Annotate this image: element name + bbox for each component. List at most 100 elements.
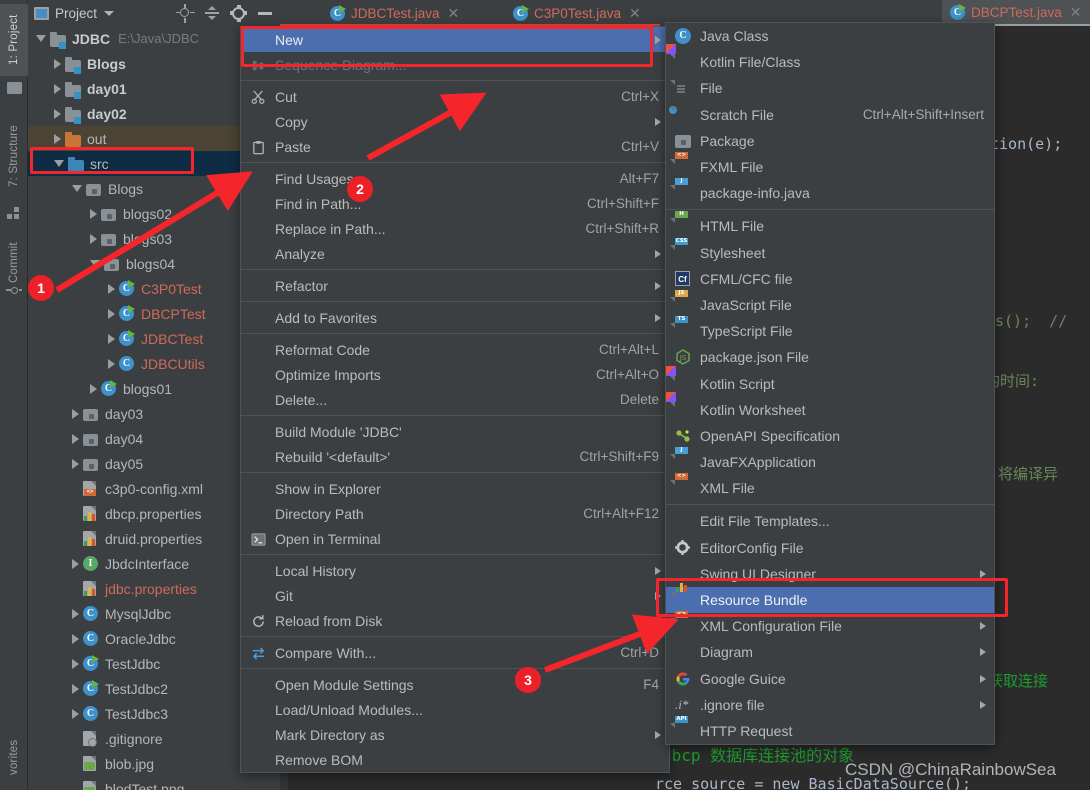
- expand-arrow-icon[interactable]: [90, 233, 97, 244]
- submenu-item-html-file[interactable]: H HTML File: [666, 211, 994, 239]
- menu-item-replace-in-path[interactable]: Replace in Path... Ctrl+Shift+R: [241, 216, 669, 241]
- tree-row-label: Blogs: [108, 180, 144, 197]
- submenu-item-diagram[interactable]: Diagram: [666, 639, 994, 665]
- sidebar-tab-favorites[interactable]: vorites: [0, 728, 28, 786]
- menu-item-directory-path[interactable]: Directory Path Ctrl+Alt+F12: [241, 501, 669, 526]
- editor-tab-jdbctest[interactable]: C JDBCTest.java ✕: [322, 0, 492, 26]
- submenu-item-file[interactable]: File: [666, 75, 994, 101]
- tree-row[interactable]: blodTest.png: [28, 776, 280, 790]
- expand-arrow-icon[interactable]: [54, 83, 61, 94]
- menu-item-show-in-explorer[interactable]: Show in Explorer: [241, 476, 669, 501]
- submenu-item-javafxapplication[interactable]: J JavaFXApplication: [666, 447, 994, 475]
- menu-item-shortcut: Ctrl+V: [621, 139, 659, 154]
- menu-item-git[interactable]: Git: [241, 583, 669, 608]
- expand-arrow-icon[interactable]: [72, 633, 79, 644]
- expand-arrow-icon[interactable]: [72, 558, 79, 569]
- expand-arrow-icon[interactable]: [108, 283, 115, 294]
- menu-item-find-usages[interactable]: Find Usages Alt+F7: [241, 166, 669, 191]
- new-submenu[interactable]: C Java Class Kotlin File/Class File Scratch …: [665, 22, 995, 746]
- menu-item-new[interactable]: New: [241, 27, 669, 52]
- expand-arrow-icon[interactable]: [90, 260, 100, 267]
- menu-item-build-module-jdbc[interactable]: Build Module 'JDBC': [241, 419, 669, 444]
- submenu-item-package[interactable]: Package: [666, 128, 994, 154]
- submenu-item-ignore-file[interactable]: .i* .ignore file: [666, 692, 994, 718]
- expand-arrow-icon[interactable]: [72, 683, 79, 694]
- expand-arrow-icon[interactable]: [72, 433, 79, 444]
- expand-arrow-icon[interactable]: [72, 408, 79, 419]
- expand-arrow-icon[interactable]: [72, 608, 79, 619]
- submenu-item-xml-file[interactable]: <> XML File: [666, 473, 994, 501]
- submenu-item-kotlin-file-class[interactable]: Kotlin File/Class: [666, 44, 994, 75]
- context-menu[interactable]: New Sequence Diagram... Cut Ctrl+X Copy Paste…: [240, 26, 670, 773]
- expand-arrow-icon[interactable]: [72, 658, 79, 669]
- menu-item-open-in-terminal[interactable]: Open in Terminal: [241, 526, 669, 551]
- expand-arrow-icon[interactable]: [36, 35, 46, 42]
- expand-arrow-icon[interactable]: [90, 383, 97, 394]
- menu-item-rebuild-default[interactable]: Rebuild '<default>' Ctrl+Shift+F9: [241, 444, 669, 469]
- menu-item-optimize-imports[interactable]: Optimize Imports Ctrl+Alt+O: [241, 362, 669, 387]
- submenu-item-kotlin-worksheet[interactable]: Kotlin Worksheet: [666, 391, 994, 423]
- menu-item-sequence-diagram[interactable]: Sequence Diagram...: [241, 52, 669, 77]
- close-icon[interactable]: ✕: [1070, 4, 1082, 21]
- expand-arrow-icon[interactable]: [54, 133, 61, 144]
- sidebar-tab-structure[interactable]: 7: Structure: [0, 110, 28, 202]
- expand-arrow-icon[interactable]: [72, 458, 79, 469]
- chevron-down-icon[interactable]: [104, 10, 115, 16]
- menu-item-add-to-favorites[interactable]: Add to Favorites: [241, 305, 669, 330]
- expand-arrow-icon[interactable]: [54, 160, 64, 167]
- submenu-item-google-guice[interactable]: Google Guice: [666, 666, 994, 692]
- expand-arrow-icon[interactable]: [54, 58, 61, 69]
- tool-window-bar-left[interactable]: 1: Project 7: Structure Commit vorites: [0, 0, 28, 790]
- submenu-item-cfml-cfc-file[interactable]: Cf CFML/CFC file: [666, 266, 994, 292]
- submenu-item-openapi-specification[interactable]: OpenAPI Specification: [666, 423, 994, 449]
- submenu-item-stylesheet[interactable]: CSS Stylesheet: [666, 237, 994, 266]
- submenu-item-edit-file-templates[interactable]: Edit File Templates...: [666, 508, 994, 534]
- expand-arrow-icon[interactable]: [90, 208, 97, 219]
- close-icon[interactable]: ✕: [629, 5, 641, 22]
- collapse-all-icon[interactable]: [205, 6, 219, 20]
- sidebar-tab-project[interactable]: 1: Project: [0, 4, 28, 76]
- menu-item-copy[interactable]: Copy: [241, 109, 669, 134]
- submenu-item-package-json-file[interactable]: JS package.json File: [666, 344, 994, 370]
- expand-arrow-icon[interactable]: [54, 108, 61, 119]
- submenu-item-resource-bundle[interactable]: Resource Bundle: [666, 583, 994, 614]
- submenu-item-xml-configuration-file[interactable]: <> XML Configuration File: [666, 611, 994, 639]
- locate-icon[interactable]: [176, 3, 195, 23]
- submenu-item-typescript-file[interactable]: TS TypeScript File: [666, 316, 994, 344]
- submenu-item-javascript-file[interactable]: JS JavaScript File: [666, 289, 994, 318]
- expand-arrow-icon[interactable]: [72, 708, 79, 719]
- expand-arrow-icon[interactable]: [108, 358, 115, 369]
- submenu-item-java-class[interactable]: C Java Class: [666, 23, 994, 49]
- expand-arrow-icon[interactable]: [72, 185, 82, 192]
- submenu-item-editorconfig-file[interactable]: EditorConfig File: [666, 535, 994, 561]
- submenu-item-fxml-file[interactable]: <> FXML File: [666, 152, 994, 180]
- folder-icon: [50, 31, 67, 49]
- menu-item-remove-bom[interactable]: Remove BOM: [241, 747, 669, 772]
- hide-icon[interactable]: [258, 11, 272, 15]
- gear-icon[interactable]: [230, 4, 247, 22]
- menu-item-local-history[interactable]: Local History: [241, 558, 669, 583]
- menu-item-compare-with[interactable]: Compare With... Ctrl+D: [241, 640, 669, 665]
- menu-item-mark-directory-as[interactable]: Mark Directory as: [241, 722, 669, 747]
- menu-item-reload-from-disk[interactable]: Reload from Disk: [241, 608, 669, 633]
- menu-item-reformat-code[interactable]: Reformat Code Ctrl+Alt+L: [241, 337, 669, 362]
- package-icon: [101, 206, 118, 221]
- close-icon[interactable]: ✕: [448, 5, 460, 22]
- menu-separator: [241, 415, 669, 416]
- submenu-item-http-request[interactable]: API HTTP Request: [666, 715, 994, 744]
- submenu-item-package-info-java[interactable]: Jpackage-info.java: [666, 178, 994, 206]
- menu-item-cut[interactable]: Cut Ctrl+X: [241, 84, 669, 109]
- menu-item-find-in-path[interactable]: Find in Path... Ctrl+Shift+F: [241, 191, 669, 216]
- expand-arrow-icon[interactable]: [108, 333, 115, 344]
- menu-item-paste[interactable]: Paste Ctrl+V: [241, 134, 669, 159]
- submenu-item-swing-ui-designer[interactable]: Swing UI Designer: [666, 561, 994, 587]
- expand-arrow-icon[interactable]: [108, 308, 115, 319]
- submenu-item-scratch-file[interactable]: Scratch File Ctrl+Alt+Shift+Insert: [666, 102, 994, 128]
- menu-item-analyze[interactable]: Analyze: [241, 241, 669, 266]
- menu-item-delete[interactable]: Delete... Delete: [241, 387, 669, 412]
- menu-item-refactor[interactable]: Refactor: [241, 273, 669, 298]
- editor-tab-c3p0test[interactable]: C C3P0Test.java ✕: [505, 0, 675, 26]
- menu-item-load-unload-modules[interactable]: Load/Unload Modules...: [241, 697, 669, 722]
- submenu-item-kotlin-script[interactable]: Kotlin Script: [666, 365, 994, 396]
- menu-item-open-module-settings[interactable]: Open Module Settings F4: [241, 672, 669, 697]
